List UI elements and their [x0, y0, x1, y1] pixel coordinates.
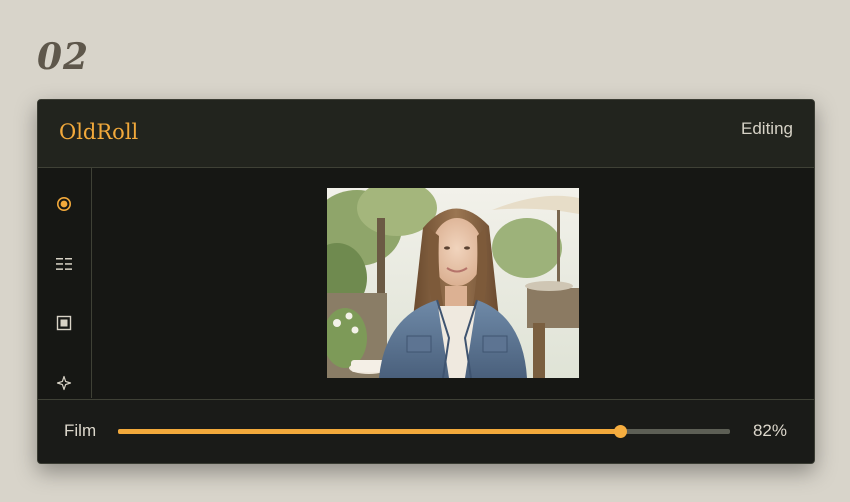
preview-canvas: [92, 168, 814, 398]
editing-status: Editing: [741, 119, 793, 138]
tool-button-adjust[interactable]: [46, 246, 82, 282]
sparkle-icon: [56, 375, 72, 391]
tool-sidebar: [38, 168, 92, 398]
app-window: OldRoll Editing Film 82%: [37, 99, 815, 464]
preview-photo: [327, 188, 579, 378]
film-slider-fill: [118, 429, 620, 434]
page-number: 02: [37, 36, 90, 78]
frame-icon: [56, 315, 72, 331]
app-header: OldRoll Editing: [38, 100, 814, 168]
film-slider-value: 82%: [752, 421, 787, 440]
film-slider-thumb[interactable]: [613, 425, 627, 438]
film-slider-track[interactable]: [118, 425, 730, 438]
list-icon: [56, 258, 72, 270]
adjustment-footer: Film 82%: [38, 399, 814, 463]
tool-button-frame[interactable]: [46, 305, 82, 341]
film-slider-label: Film: [64, 421, 97, 440]
brand-logo: OldRoll: [59, 120, 139, 144]
tool-button-effects[interactable]: [46, 365, 82, 401]
tool-button-film[interactable]: [46, 186, 82, 222]
radio-target-icon: [57, 197, 71, 211]
